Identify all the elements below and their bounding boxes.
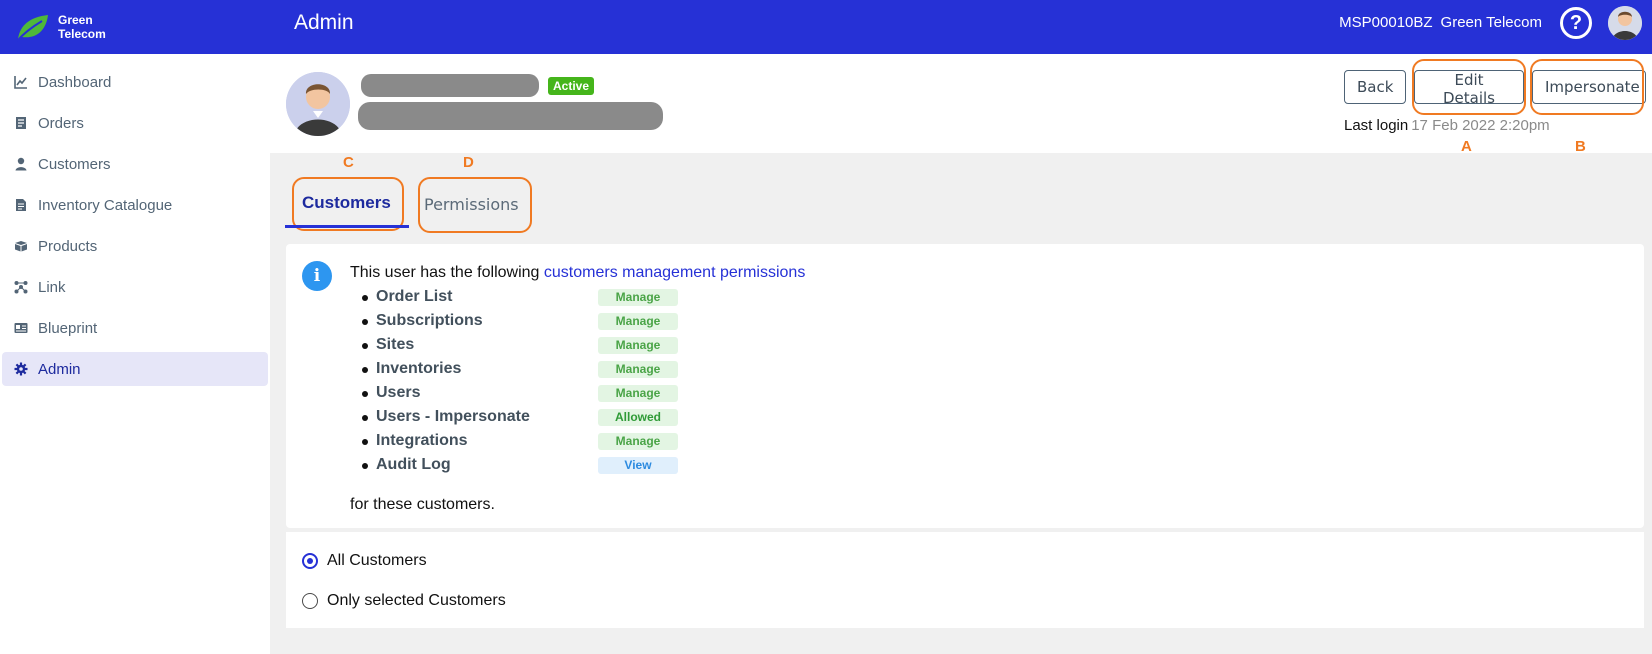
user-avatar-icon [1608,6,1642,40]
brand-name-line1: Green [58,13,93,27]
last-login: Last login 17 Feb 2022 2:20pm [1344,117,1550,134]
brand[interactable]: Green Telecom [0,0,270,54]
last-login-date: 17 Feb 2022 2:20pm [1411,117,1550,134]
leaf-icon [16,15,48,42]
radio-button[interactable] [302,593,318,609]
redacted-user-email [358,102,663,130]
permission-level-badge: Manage [598,361,678,378]
list-item: Sites Manage [362,334,704,358]
back-button[interactable]: Back [1344,70,1406,104]
sidebar-item-label: Inventory Catalogue [38,196,173,214]
top-bar: Admin MSP00010BZ Green Telecom ? [270,0,1652,54]
info-icon: i [302,261,332,291]
permission-level-badge: Manage [598,385,678,402]
sidebar-item-label: Link [38,278,66,296]
permission-level-badge: Allowed [598,409,678,426]
receipt-icon [14,116,28,130]
list-item: Audit Log View [362,454,704,478]
sidebar-item-label: Admin [38,360,81,378]
help-icon[interactable]: ? [1560,7,1592,39]
sidebar-item-inventory-catalogue[interactable]: Inventory Catalogue [2,188,268,222]
avatar[interactable] [1608,6,1642,40]
impersonate-button[interactable]: Impersonate [1532,70,1646,104]
sidebar-nav: Dashboard Orders Customers Inventory Cat… [0,65,270,386]
radio-label: All Customers [327,552,427,569]
sidebar-item-products[interactable]: Products [2,229,268,263]
permission-name: Order List [376,288,453,305]
sidebar-item-label: Orders [38,114,84,132]
customer-scope-panel: All Customers Only selected Customers [286,532,1644,628]
sidebar-item-label: Customers [38,155,111,173]
permission-name: Audit Log [376,456,451,473]
intro-text: This user has the following [350,264,540,281]
boxes-icon [14,239,28,253]
network-icon [14,280,28,294]
marker-c: C [343,154,354,171]
permissions-link[interactable]: customers management permissions [544,264,805,281]
user-header: Active Back Edit Details Impersonate Las… [270,54,1652,153]
sidebar-item-orders[interactable]: Orders [2,106,268,140]
id-card-icon [14,321,28,335]
sidebar-item-dashboard[interactable]: Dashboard [2,65,268,99]
permission-name: Integrations [376,432,468,449]
permission-level-badge: Manage [598,337,678,354]
radio-all-customers[interactable]: All Customers [302,552,427,570]
permissions-intro: This user has the following customers ma… [350,264,805,282]
last-login-label: Last login [1344,117,1409,134]
list-item: Users - Impersonate Allowed [362,406,704,430]
sidebar-item-customers[interactable]: Customers [2,147,268,181]
sidebar: Green Telecom Dashboard Orders Customers… [0,0,270,654]
redacted-user-name [361,74,539,97]
chart-line-icon [14,75,28,89]
status-badge: Active [548,77,595,95]
marker-b: B [1575,138,1586,155]
radio-button-checked[interactable] [302,553,318,569]
sidebar-item-link[interactable]: Link [2,270,268,304]
sidebar-item-blueprint[interactable]: Blueprint [2,311,268,345]
marker-a: A [1461,138,1472,155]
user-avatar-icon [286,72,350,136]
marker-d: D [463,154,474,171]
permission-name: Sites [376,336,415,353]
radio-label: Only selected Customers [327,592,506,609]
permission-level-badge: Manage [598,433,678,450]
list-item: Subscriptions Manage [362,310,704,334]
brand-name: Green Telecom [58,13,128,41]
permissions-card: i This user has the following customers … [286,244,1644,528]
list-item: Integrations Manage [362,430,704,454]
permission-level-badge: View [598,457,678,474]
permission-name: Inventories [376,360,462,377]
tab-permissions[interactable]: Permissions [424,195,519,214]
edit-details-button[interactable]: Edit Details [1414,70,1524,107]
page-title: Admin [294,11,354,34]
permission-name: Users - Impersonate [376,408,530,425]
permission-level-badge: Manage [598,289,678,306]
permission-name: Subscriptions [376,312,483,329]
permissions-list: Order List Manage Subscriptions Manage S… [362,286,704,478]
list-item: Inventories Manage [362,358,704,382]
list-item: Order List Manage [362,286,704,310]
account-id: MSP00010BZ [1339,14,1433,31]
permissions-outro: for these customers. [350,496,495,513]
active-tab-indicator [285,225,409,228]
user-icon [14,157,28,171]
brand-name-line2: Telecom [58,27,106,41]
user-avatar [286,72,350,136]
document-icon [14,198,28,212]
account-info[interactable]: MSP00010BZ Green Telecom [1339,14,1542,31]
tab-customers[interactable]: Customers [302,193,391,213]
list-item: Users Manage [362,382,704,406]
sidebar-item-label: Dashboard [38,73,112,91]
sidebar-item-label: Products [38,237,98,255]
sidebar-item-label: Blueprint [38,319,98,337]
radio-selected-customers[interactable]: Only selected Customers [302,592,506,610]
sidebar-item-admin[interactable]: Admin [2,352,268,386]
gear-icon [14,362,28,376]
permission-name: Users [376,384,421,401]
permission-level-badge: Manage [598,313,678,330]
account-name: Green Telecom [1440,14,1542,31]
